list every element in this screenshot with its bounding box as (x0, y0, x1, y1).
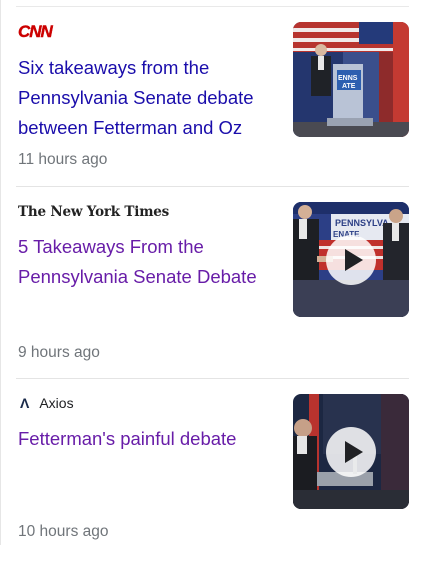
podium-text: ATE (342, 83, 356, 90)
cnn-logo-icon: CNN (18, 22, 53, 41)
timestamp: 10 hours ago (18, 523, 109, 540)
axios-logo-icon: Λ (20, 395, 30, 411)
headline-link[interactable]: Fetterman's painful debate (18, 424, 278, 454)
headline-line: Pennsylvania Senate debate (18, 87, 254, 108)
story-thumbnail[interactable] (293, 394, 409, 509)
play-button-icon[interactable] (326, 427, 376, 477)
headline-line: between Fetterman and Oz (18, 117, 243, 138)
source-nyt: The New York Times (18, 201, 169, 223)
headline-line: Pennsylvania Senate Debate (18, 266, 257, 287)
news-story-nyt[interactable]: The New York Times 5 Takeaways From the … (16, 187, 409, 378)
source-name: Axios (39, 395, 74, 411)
timestamp: 9 hours ago (18, 344, 100, 361)
headline-link[interactable]: Six takeaways from the Pennsylvania Sena… (18, 53, 278, 143)
headline-line: 5 Takeaways From the (18, 236, 204, 257)
podium-text: ENNS (338, 75, 358, 82)
headline-link[interactable]: 5 Takeaways From the Pennsylvania Senate… (18, 232, 278, 292)
nyt-logo-icon: The New York Times (18, 204, 170, 220)
source-cnn: CNN (18, 21, 53, 43)
headline-line: Six takeaways from the (18, 57, 210, 78)
left-border (0, 0, 1, 545)
source-axios: Λ Axios (18, 392, 74, 414)
banner-text: PENNSYLVA (335, 218, 389, 228)
play-button-icon[interactable] (326, 235, 376, 285)
timestamp: 11 hours ago (18, 151, 108, 168)
story-thumbnail[interactable]: ENNS ATE (293, 22, 409, 137)
story-thumbnail[interactable]: PENNSYLVA ENATE (293, 202, 409, 317)
news-story-cnn[interactable]: CNN Six takeaways from the Pennsylvania … (16, 7, 409, 187)
news-story-axios[interactable]: Λ Axios Fetterman's painful debate 10 ho… (16, 378, 409, 548)
headline-line: Fetterman's painful debate (18, 428, 237, 449)
